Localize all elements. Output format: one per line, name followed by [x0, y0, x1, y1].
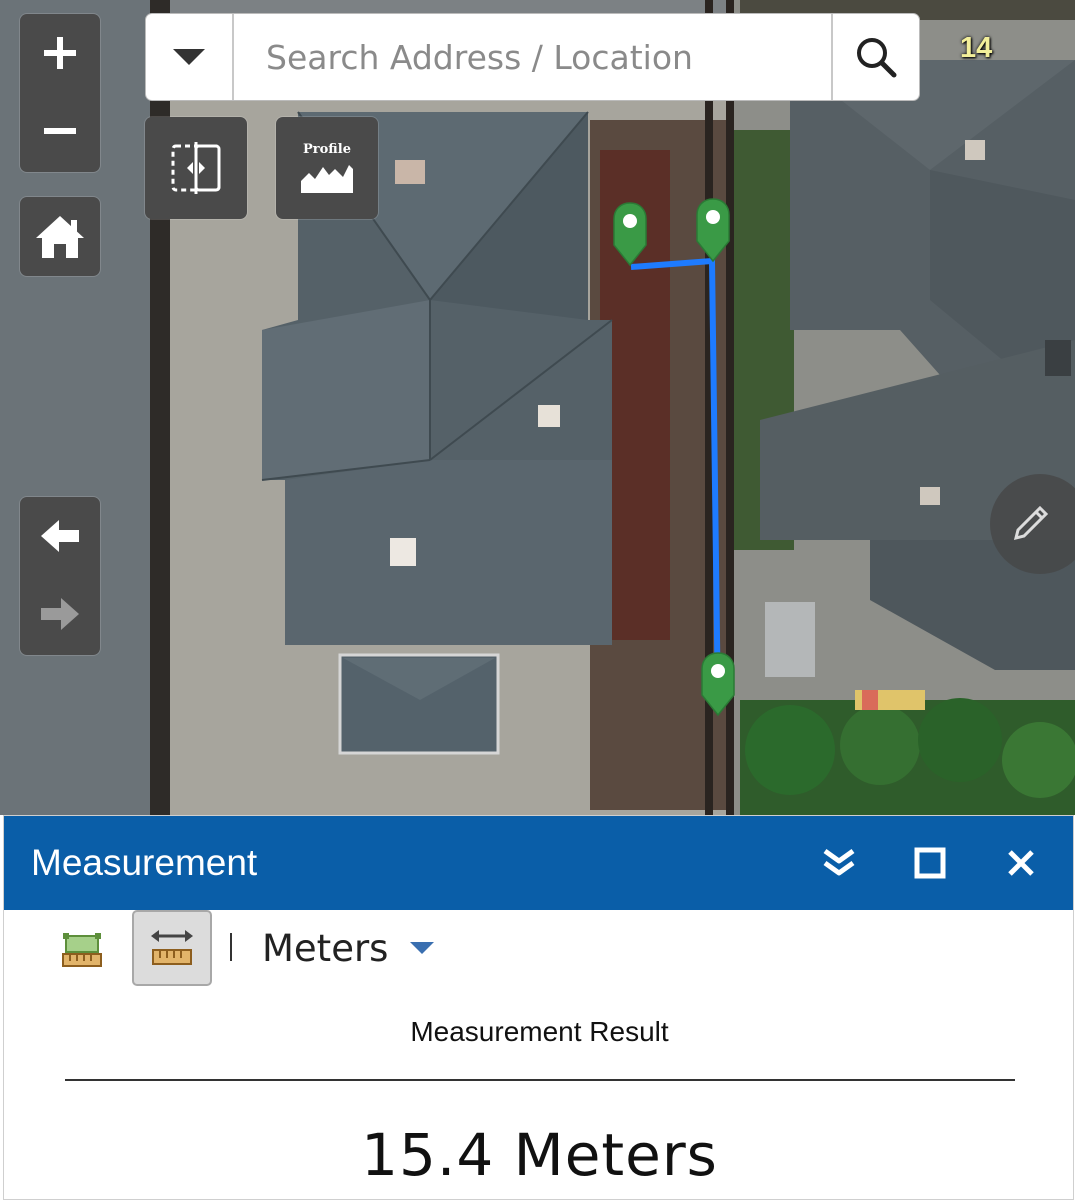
measurement-toolbar: Meters — [4, 910, 1073, 990]
unit-label: Meters — [262, 926, 389, 970]
maximize-icon — [914, 847, 946, 879]
unit-dropdown[interactable]: Meters — [262, 920, 435, 976]
collapse-button[interactable] — [809, 833, 869, 893]
arrow-left-icon — [41, 520, 79, 552]
marker-pin-end[interactable] — [700, 651, 736, 717]
maximize-button[interactable] — [900, 833, 960, 893]
marker-pin-start[interactable] — [612, 201, 648, 267]
arrow-right-icon — [41, 598, 79, 630]
marker-pin-middle[interactable] — [695, 197, 731, 263]
caret-down-icon — [410, 942, 435, 954]
home-icon — [36, 215, 84, 258]
distance-measure-button[interactable] — [132, 910, 212, 986]
elevation-profile-icon — [301, 164, 353, 193]
panel-title: Measurement — [31, 842, 258, 883]
home-button[interactable] — [20, 197, 100, 276]
search-button[interactable] — [831, 14, 919, 100]
toolbar-separator — [230, 933, 232, 961]
result-divider — [65, 1079, 1015, 1081]
search-icon — [857, 38, 897, 78]
panel-header: Measurement — [4, 816, 1073, 910]
extent-nav-control — [20, 497, 100, 655]
close-icon — [1008, 850, 1034, 876]
pencil-icon — [1013, 505, 1049, 541]
result-heading: Measurement Result — [410, 1016, 669, 1047]
next-extent-button[interactable] — [21, 575, 99, 653]
search-source-dropdown[interactable] — [146, 14, 234, 100]
close-button[interactable] — [991, 833, 1051, 893]
previous-extent-button[interactable] — [21, 497, 99, 575]
result-value: 15.4 Meters — [361, 1121, 718, 1189]
swipe-tool-button[interactable] — [145, 117, 247, 219]
zoom-in-button[interactable] — [21, 14, 99, 92]
zoom-level-indicator: 14 — [960, 32, 993, 64]
zoom-out-button[interactable] — [21, 92, 99, 170]
chevron-double-down-icon — [823, 848, 855, 876]
minus-icon — [44, 128, 76, 134]
measurement-panel: Measurement Meters Measurement Result 15… — [3, 815, 1074, 1200]
zoom-control — [20, 14, 100, 172]
chevron-down-icon — [173, 49, 205, 65]
area-measure-button[interactable] — [52, 922, 112, 982]
search-bar — [145, 13, 920, 101]
search-input[interactable] — [234, 14, 831, 100]
swipe-icon — [171, 142, 221, 194]
area-ruler-icon — [62, 933, 102, 967]
plus-icon — [44, 37, 76, 69]
map-view[interactable]: Profile 14 — [0, 0, 1075, 815]
elevation-profile-button[interactable]: Profile — [276, 117, 378, 219]
profile-label: Profile — [303, 141, 351, 157]
distance-ruler-icon — [151, 930, 193, 965]
